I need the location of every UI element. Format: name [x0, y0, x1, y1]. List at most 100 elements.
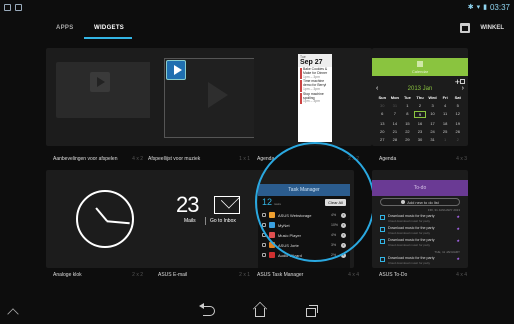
widget-preview-recommendations[interactable]	[46, 48, 164, 146]
calendar-day: 5	[456, 103, 459, 108]
calendar-day: 9	[413, 111, 427, 118]
widget-name: ASUS E-mail	[158, 272, 188, 278]
tab-apps[interactable]: APPS	[56, 25, 74, 31]
calendar-day: 6	[381, 111, 384, 116]
weekday-header: Mon	[390, 95, 399, 100]
widget-name: Aanbevelingen voor afspelen	[53, 156, 118, 162]
widget-caption: Aanbevelingen voor afspelen 4 x 2	[53, 156, 143, 166]
calendar-header: Calendar	[372, 58, 468, 76]
todo-date: TUE, 11 JANUARY	[434, 250, 460, 254]
weekday-header: Tue	[404, 95, 411, 100]
widget-size: 4 x 4	[456, 272, 467, 278]
todo-title: Download music for the party	[388, 256, 435, 260]
store-button[interactable]: WINKEL	[480, 25, 504, 31]
store-icon[interactable]	[460, 23, 470, 33]
todo-item: Download music for the party Cloud downlo…	[380, 256, 460, 268]
calendar-day: 25	[442, 129, 448, 134]
widget-caption: Analoge klok 2 x 2	[53, 272, 143, 282]
tab-widgets[interactable]: WIDGETS	[94, 25, 124, 31]
todo-item: Download music for the party Cloud downlo…	[380, 238, 460, 250]
widget-name: ASUS Task Manager	[257, 272, 304, 278]
calendar-day: 31	[430, 137, 435, 142]
todo-date: FRI, 31 JANUARY 2013	[427, 208, 460, 212]
calendar-day: 1	[406, 103, 409, 108]
mails-label: Mails	[184, 218, 196, 224]
calendar-day: 22	[405, 129, 410, 134]
play-icon	[166, 60, 186, 80]
calendar-day: 29	[405, 137, 410, 142]
todo-header: To-do	[372, 180, 468, 196]
add-todo-field: Add new to do list	[380, 198, 460, 206]
lock-icon	[262, 243, 266, 247]
calendar-day: 1	[444, 137, 447, 142]
lock-icon	[262, 253, 266, 257]
widget-caption: Afspeellijst voor muziek 1 x 1	[148, 156, 250, 166]
calendar-grid: Sun Mon Tue Thu Wed Fri Sat 30 31 1 2 3 4 5 6 7 8 9 10 11 12…	[376, 95, 464, 142]
star-icon: ★	[456, 256, 460, 261]
agenda-event: Time machine demo for Berryl 1pm – 3pm	[300, 80, 330, 92]
widget-size: 4 x 4	[348, 272, 359, 278]
calendar-day: 23	[417, 129, 423, 134]
agenda-card: Tue Sep 27 Bake Cookies & Make for Dinne…	[298, 54, 332, 142]
active-tab-indicator	[84, 37, 132, 39]
back-icon[interactable]	[199, 303, 215, 316]
calendar-day: 3	[431, 103, 434, 108]
weekday-header: Wed	[428, 95, 437, 100]
calendar-day: 15	[405, 121, 410, 126]
next-month-icon: ›	[461, 85, 464, 92]
checkbox-icon	[380, 227, 385, 232]
widget-caption: ASUS Task Manager 4 x 4	[257, 272, 359, 282]
widget-preview-asus-todo[interactable]: To-do Add new to do list FRI, 31 JANUARY…	[372, 170, 468, 268]
todo-title: Download music for the party	[388, 226, 435, 230]
todo-subtitle: Cloud download music for party	[388, 231, 431, 235]
star-icon: ★	[456, 226, 460, 231]
calendar-day: 21	[392, 129, 398, 134]
todo-subtitle: Cloud download music for party	[388, 261, 431, 265]
weekday-header: Sat	[454, 95, 461, 100]
calendar-day: 12	[455, 111, 460, 116]
calendar-day: 4	[444, 103, 447, 108]
widget-preview-agenda-small[interactable]: Tue Sep 27 Bake Cookies & Make for Dinne…	[254, 48, 372, 146]
calendar-day: 7	[393, 111, 396, 116]
tab-bar: APPS WIDGETS WINKEL	[0, 18, 514, 44]
highlight-circle	[255, 142, 375, 262]
widget-preview-music-playlist[interactable]	[150, 48, 268, 146]
checkbox-icon	[380, 257, 385, 262]
calendar-day: 30	[380, 103, 385, 108]
wifi-icon: ▾	[476, 4, 481, 11]
calendar-day: 14	[392, 121, 398, 126]
widget-name: Agenda	[379, 156, 397, 162]
bluetooth-icon: ✱	[467, 4, 474, 11]
go-to-inbox: Go to Inbox	[210, 218, 236, 224]
weekday-header: Sun	[378, 95, 387, 100]
home-icon[interactable]	[255, 308, 265, 317]
weekday-header: Fri	[442, 95, 448, 100]
todo-subtitle: Cloud download music for party	[388, 219, 431, 223]
widget-preview-asus-email[interactable]: 23 Mails Go to Inbox	[150, 170, 268, 268]
agenda-date: Sep 27	[300, 59, 323, 66]
todo-title: Download music for the party	[388, 238, 435, 242]
calendar-icon	[417, 61, 423, 67]
calendar-day: 8	[406, 111, 409, 116]
screenshot-icon	[4, 3, 11, 11]
divider	[205, 217, 206, 225]
calendar-day: 10	[430, 111, 435, 116]
calendar-day: 31	[392, 103, 398, 108]
star-icon: ★	[456, 214, 460, 219]
recent-apps-icon[interactable]	[306, 305, 318, 317]
widget-size: 1 x 1	[239, 156, 250, 162]
widget-preview-agenda-large[interactable]: Calendar + ‹ 2013 Jan › Sun Mon Tue Thu Wed F…	[372, 48, 468, 146]
play-triangle-icon	[208, 82, 228, 108]
month-label: 2013 Jan	[407, 86, 433, 92]
widget-name: ASUS To-Do	[379, 272, 408, 278]
calendar-day: 20	[380, 129, 385, 134]
agenda-event: Stop machine spoiling 1pm – 3pm	[300, 92, 330, 105]
widget-preview-analog-clock[interactable]	[46, 170, 164, 268]
status-bar: ✱ ▾ ▮ 03:37	[0, 0, 514, 14]
todo-title: Download music for the party	[388, 214, 435, 218]
app-icon	[269, 252, 275, 258]
calendar-day: 28	[392, 137, 398, 142]
battery-icon: ▮	[483, 4, 487, 11]
calendar-day: 19	[455, 121, 460, 126]
envelope-icon	[214, 196, 240, 214]
